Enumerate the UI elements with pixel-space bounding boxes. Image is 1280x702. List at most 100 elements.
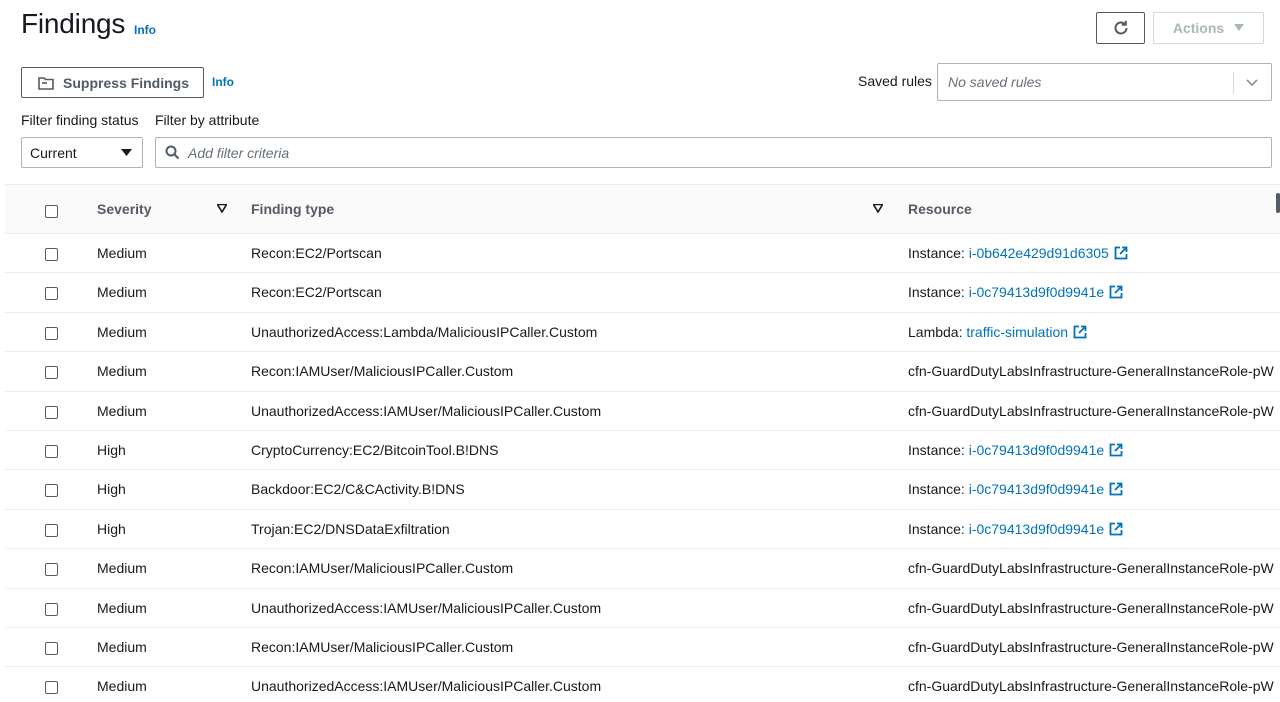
resource-link[interactable]: i-0c79413d9f0d9941e	[969, 442, 1104, 458]
filter-status-label: Filter finding status	[21, 112, 139, 128]
row-checkbox[interactable]	[45, 366, 58, 380]
page-title: Findings	[21, 8, 126, 39]
scrollbar-thumb[interactable]	[1276, 193, 1280, 213]
column-header-resource[interactable]: Resource	[908, 201, 972, 217]
resource-prefix: cfn-GuardDutyLabsInfrastructure-GeneralI…	[908, 560, 1274, 577]
finding-type-cell[interactable]: Recon:IAMUser/MaliciousIPCaller.Custom	[251, 560, 513, 576]
saved-rules-select[interactable]: No saved rules	[937, 63, 1272, 101]
search-icon	[165, 145, 180, 160]
saved-rules-label: Saved rules	[858, 73, 932, 89]
table-row[interactable]: Medium Recon:EC2/Portscan Instance: i-0c79…	[5, 273, 1280, 313]
row-checkbox[interactable]	[45, 287, 58, 301]
row-checkbox[interactable]	[45, 681, 58, 695]
sort-caret-icon[interactable]	[217, 204, 227, 213]
finding-type-cell[interactable]: Recon:IAMUser/MaliciousIPCaller.Custom	[251, 639, 513, 655]
caret-down-icon	[1234, 24, 1245, 31]
table-body: Medium Recon:EC2/Portscan Instance: i-0b64…	[5, 234, 1280, 702]
severity-cell: Medium	[97, 638, 147, 655]
resource-link[interactable]: traffic-simulation	[966, 324, 1068, 340]
actions-button[interactable]: Actions	[1153, 12, 1264, 44]
column-header-severity[interactable]: Severity	[97, 201, 151, 217]
table-row[interactable]: Medium Recon:IAMUser/MaliciousIPCaller.Cu…	[5, 549, 1280, 589]
resource-link[interactable]: i-0b642e429d91d6305	[969, 245, 1109, 261]
external-link-icon[interactable]	[1073, 325, 1087, 342]
sort-caret-icon[interactable]	[873, 204, 883, 213]
resource-prefix: Instance:	[908, 481, 969, 498]
resource-prefix: Instance:	[908, 441, 969, 458]
resource-cell: Lambda: traffic-simulation	[908, 324, 1280, 342]
findings-table: Severity Finding type Resource Medium Rec…	[5, 184, 1280, 702]
resource-cell: Instance: i-0c79413d9f0d9941e	[908, 284, 1280, 302]
resource-prefix: Instance:	[908, 245, 969, 261]
finding-type-cell[interactable]: CryptoCurrency:EC2/BitcoinTool.B!DNS	[251, 442, 498, 458]
filter-criteria-input[interactable]: Add filter criteria	[155, 137, 1272, 168]
severity-cell: Medium	[97, 363, 147, 380]
suppress-info-link[interactable]: Info	[212, 75, 234, 89]
chevron-down-icon	[1246, 79, 1258, 87]
select-all-checkbox[interactable]	[45, 205, 58, 218]
resource-cell: Instance: i-0c79413d9f0d9941e	[908, 521, 1280, 539]
resource-cell: cfn-GuardDutyLabsInfrastructure-GeneralI…	[908, 600, 1280, 616]
finding-type-cell[interactable]: Recon:EC2/Portscan	[251, 245, 382, 261]
resource-cell: cfn-GuardDutyLabsInfrastructure-GeneralI…	[908, 403, 1280, 419]
table-row[interactable]: Medium Recon:EC2/Portscan Instance: i-0b64…	[5, 234, 1280, 274]
table-row[interactable]: Medium Recon:IAMUser/MaliciousIPCaller.Cu…	[5, 628, 1280, 668]
table-row[interactable]: Medium UnauthorizedAccess:IAMUser/Malicio…	[5, 589, 1280, 628]
row-checkbox[interactable]	[45, 563, 58, 577]
row-checkbox[interactable]	[45, 248, 58, 261]
finding-type-cell[interactable]: Recon:EC2/Portscan	[251, 284, 382, 300]
title-info-link[interactable]: Info	[134, 23, 156, 37]
row-checkbox[interactable]	[45, 405, 58, 419]
finding-type-cell[interactable]: Recon:IAMUser/MaliciousIPCaller.Custom	[251, 363, 513, 379]
resource-cell: Instance: i-0c79413d9f0d9941e	[908, 481, 1280, 499]
finding-type-cell[interactable]: UnauthorizedAccess:IAMUser/MaliciousIPCa…	[251, 600, 601, 616]
external-link-icon[interactable]	[1109, 482, 1123, 499]
suppress-findings-button[interactable]: Suppress Findings	[21, 67, 204, 98]
severity-cell: Medium	[97, 245, 147, 261]
severity-cell: High	[97, 441, 126, 458]
table-row[interactable]: Medium UnauthorizedAccess:Lambda/Maliciou…	[5, 313, 1280, 353]
finding-type-cell[interactable]: UnauthorizedAccess:Lambda/MaliciousIPCal…	[251, 324, 597, 340]
resource-prefix: Instance:	[908, 520, 969, 537]
finding-type-cell[interactable]: Trojan:EC2/DNSDataExfiltration	[251, 521, 450, 537]
finding-status-value: Current	[30, 144, 77, 161]
row-checkbox[interactable]	[45, 523, 58, 537]
external-link-icon[interactable]	[1114, 246, 1128, 263]
finding-type-cell[interactable]: UnauthorizedAccess:IAMUser/MaliciousIPCa…	[251, 403, 601, 419]
finding-type-cell[interactable]: Backdoor:EC2/C&CActivity.B!DNS	[251, 481, 465, 497]
table-row[interactable]: High Trojan:EC2/DNSDataExfiltration Instan…	[5, 510, 1280, 550]
resource-link[interactable]: i-0c79413d9f0d9941e	[969, 521, 1104, 537]
suppress-icon	[38, 76, 54, 90]
table-row[interactable]: Medium UnauthorizedAccess:IAMUser/Malicio…	[5, 392, 1280, 431]
finding-type-cell[interactable]: UnauthorizedAccess:IAMUser/MaliciousIPCa…	[251, 678, 601, 694]
severity-cell: Medium	[97, 323, 147, 340]
table-row[interactable]: High CryptoCurrency:EC2/BitcoinTool.B!DNS…	[5, 431, 1280, 471]
table-row[interactable]: Medium Recon:IAMUser/MaliciousIPCaller.Cu…	[5, 352, 1280, 392]
refresh-icon	[1114, 20, 1127, 35]
resource-prefix: cfn-GuardDutyLabsInfrastructure-GeneralI…	[908, 402, 1274, 419]
resource-prefix: Instance:	[908, 284, 969, 301]
table-row[interactable]: Medium UnauthorizedAccess:IAMUser/Malicio…	[5, 667, 1280, 702]
external-link-icon[interactable]	[1109, 285, 1123, 302]
row-checkbox[interactable]	[45, 444, 58, 458]
suppress-findings-label: Suppress Findings	[63, 74, 190, 91]
severity-cell: Medium	[97, 284, 147, 301]
finding-status-select[interactable]: Current	[21, 137, 143, 168]
resource-cell: cfn-GuardDutyLabsInfrastructure-GeneralI…	[908, 560, 1280, 576]
resource-prefix: cfn-GuardDutyLabsInfrastructure-GeneralI…	[908, 363, 1274, 380]
saved-rules-placeholder: No saved rules	[948, 74, 1042, 90]
row-checkbox[interactable]	[45, 602, 58, 616]
row-checkbox[interactable]	[45, 484, 58, 498]
resource-link[interactable]: i-0c79413d9f0d9941e	[969, 481, 1104, 497]
external-link-icon[interactable]	[1109, 522, 1123, 539]
resource-prefix: cfn-GuardDutyLabsInfrastructure-GeneralI…	[908, 638, 1274, 655]
row-checkbox[interactable]	[45, 641, 58, 655]
refresh-button[interactable]	[1096, 12, 1145, 44]
table-header: Severity Finding type Resource	[5, 184, 1280, 234]
table-row[interactable]: High Backdoor:EC2/C&CActivity.B!DNS Instan…	[5, 470, 1280, 510]
resource-link[interactable]: i-0c79413d9f0d9941e	[969, 284, 1104, 300]
row-checkbox[interactable]	[45, 326, 58, 340]
external-link-icon[interactable]	[1109, 443, 1123, 460]
column-header-finding-type[interactable]: Finding type	[251, 201, 334, 217]
filter-criteria-placeholder: Add filter criteria	[188, 144, 290, 161]
